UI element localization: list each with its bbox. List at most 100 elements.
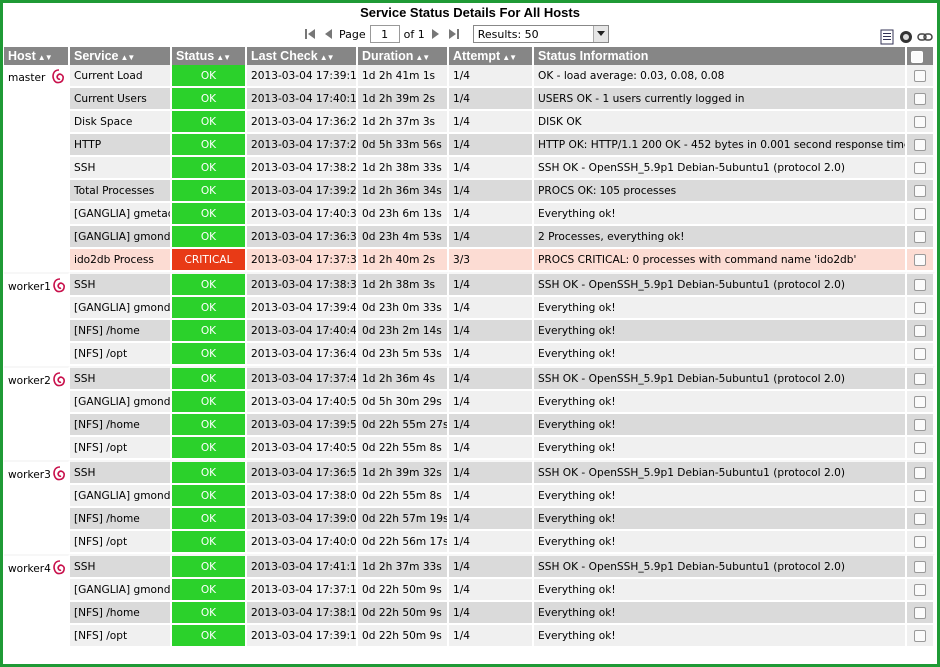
row-select-checkbox[interactable] <box>914 560 926 573</box>
row-select-checkbox[interactable] <box>914 583 926 596</box>
service-link[interactable]: SSH <box>70 272 172 297</box>
row-select-checkbox[interactable] <box>914 324 926 337</box>
row-select-checkbox[interactable] <box>914 347 926 360</box>
service-link[interactable]: [NFS] /opt <box>70 343 172 366</box>
row-select-checkbox[interactable] <box>914 92 926 105</box>
service-link[interactable]: [NFS] /home <box>70 508 172 531</box>
row-select-checkbox[interactable] <box>914 230 926 243</box>
service-link[interactable]: SSH <box>70 460 172 485</box>
status-badge: OK <box>172 508 247 531</box>
service-link[interactable]: Current Load <box>70 65 172 88</box>
status-information-cell: Everything ok! <box>534 579 907 602</box>
export-csv-icon[interactable] <box>879 29 895 45</box>
service-link[interactable]: Total Processes <box>70 180 172 203</box>
column-header-service[interactable]: Service ▲▼ <box>70 47 172 65</box>
row-select-checkbox[interactable] <box>914 535 926 548</box>
service-link[interactable]: [NFS] /opt <box>70 625 172 648</box>
row-select-checkbox[interactable] <box>914 441 926 454</box>
duration-cell: 0d 23h 4m 53s <box>358 226 449 249</box>
host-link[interactable]: master <box>8 72 45 84</box>
service-link[interactable]: [NFS] /home <box>70 320 172 343</box>
service-link[interactable]: SSH <box>70 366 172 391</box>
last-page-icon[interactable] <box>447 27 461 41</box>
row-select-checkbox[interactable] <box>914 466 926 479</box>
row-select-cell <box>907 157 935 180</box>
row-select-checkbox[interactable] <box>914 301 926 314</box>
row-select-cell <box>907 414 935 437</box>
attempt-cell: 1/4 <box>449 226 534 249</box>
row-select-cell <box>907 391 935 414</box>
duration-cell: 0d 22h 56m 17s <box>358 531 449 554</box>
table-row: HTTP OK 2013-03-04 17:37:23 0d 5h 33m 56s 1/… <box>4 134 935 157</box>
service-link[interactable]: [NFS] /opt <box>70 531 172 554</box>
duration-cell: 1d 2h 37m 33s <box>358 554 449 579</box>
row-select-checkbox[interactable] <box>914 115 926 128</box>
row-select-checkbox[interactable] <box>914 418 926 431</box>
row-select-checkbox[interactable] <box>914 207 926 220</box>
toolbar: Service Status Details For All Hosts Pag… <box>3 3 937 47</box>
service-link[interactable]: [GANGLIA] gmond <box>70 226 172 249</box>
table-row: [NFS] /opt OK 2013-03-04 17:36:46 0d 23h 5m… <box>4 343 935 366</box>
service-link[interactable]: [GANGLIA] gmond <box>70 391 172 414</box>
column-header-attempt[interactable]: Attempt ▲▼ <box>449 47 534 65</box>
row-select-checkbox[interactable] <box>914 629 926 642</box>
last-check-cell: 2013-03-04 17:39:41 <box>247 297 358 320</box>
status-badge: OK <box>172 297 247 320</box>
row-select-checkbox[interactable] <box>914 278 926 291</box>
row-select-cell <box>907 579 935 602</box>
row-select-checkbox[interactable] <box>914 512 926 525</box>
row-select-checkbox[interactable] <box>914 253 926 266</box>
service-link[interactable]: [NFS] /opt <box>70 437 172 460</box>
service-link[interactable]: [GANGLIA] gmond <box>70 485 172 508</box>
status-badge: OK <box>172 88 247 111</box>
service-link[interactable]: HTTP <box>70 134 172 157</box>
service-link[interactable]: [GANGLIA] gmond <box>70 297 172 320</box>
row-select-checkbox[interactable] <box>914 395 926 408</box>
service-link[interactable]: Disk Space <box>70 111 172 134</box>
row-select-cell <box>907 531 935 554</box>
status-information-cell: HTTP OK: HTTP/1.1 200 OK - 452 bytes in … <box>534 134 907 157</box>
last-check-cell: 2013-03-04 17:39:16 <box>247 65 358 88</box>
column-header-last-check[interactable]: Last Check ▲▼ <box>247 47 358 65</box>
results-per-page-select[interactable]: Results: 50 <box>472 25 609 43</box>
duration-cell: 0d 22h 57m 19s <box>358 508 449 531</box>
host-cell: worker3 <box>4 460 70 554</box>
service-link[interactable]: [NFS] /home <box>70 414 172 437</box>
status-badge: CRITICAL <box>172 249 247 272</box>
host-link[interactable]: worker2 <box>8 375 51 387</box>
select-all-checkbox[interactable] <box>911 50 923 63</box>
host-link[interactable]: worker1 <box>8 281 51 293</box>
prev-page-icon[interactable] <box>321 27 335 41</box>
service-link[interactable]: Current Users <box>70 88 172 111</box>
duration-cell: 0d 22h 50m 9s <box>358 579 449 602</box>
duration-cell: 1d 2h 37m 3s <box>358 111 449 134</box>
row-select-checkbox[interactable] <box>914 489 926 502</box>
host-link[interactable]: worker3 <box>8 469 51 481</box>
status-badge: OK <box>172 180 247 203</box>
next-page-icon[interactable] <box>429 27 443 41</box>
column-header-host[interactable]: Host ▲▼ <box>4 47 70 65</box>
row-select-cell <box>907 297 935 320</box>
service-link[interactable]: [NFS] /home <box>70 602 172 625</box>
service-link[interactable]: [GANGLIA] gmond <box>70 579 172 602</box>
row-select-checkbox[interactable] <box>914 138 926 151</box>
row-select-checkbox[interactable] <box>914 69 926 82</box>
row-select-cell <box>907 485 935 508</box>
row-select-checkbox[interactable] <box>914 606 926 619</box>
row-select-checkbox[interactable] <box>914 161 926 174</box>
row-select-checkbox[interactable] <box>914 184 926 197</box>
refresh-icon[interactable] <box>898 29 914 45</box>
page-number-input[interactable] <box>369 25 400 43</box>
link-icon[interactable] <box>917 29 933 45</box>
row-select-cell <box>907 272 935 297</box>
column-header-status[interactable]: Status ▲▼ <box>172 47 247 65</box>
attempt-cell: 1/4 <box>449 157 534 180</box>
service-link[interactable]: SSH <box>70 554 172 579</box>
service-link[interactable]: ido2db Process <box>70 249 172 272</box>
column-header-duration[interactable]: Duration ▲▼ <box>358 47 449 65</box>
first-page-icon[interactable] <box>303 27 317 41</box>
service-link[interactable]: [GANGLIA] gmetad <box>70 203 172 226</box>
service-link[interactable]: SSH <box>70 157 172 180</box>
row-select-checkbox[interactable] <box>914 372 926 385</box>
host-link[interactable]: worker4 <box>8 563 51 575</box>
